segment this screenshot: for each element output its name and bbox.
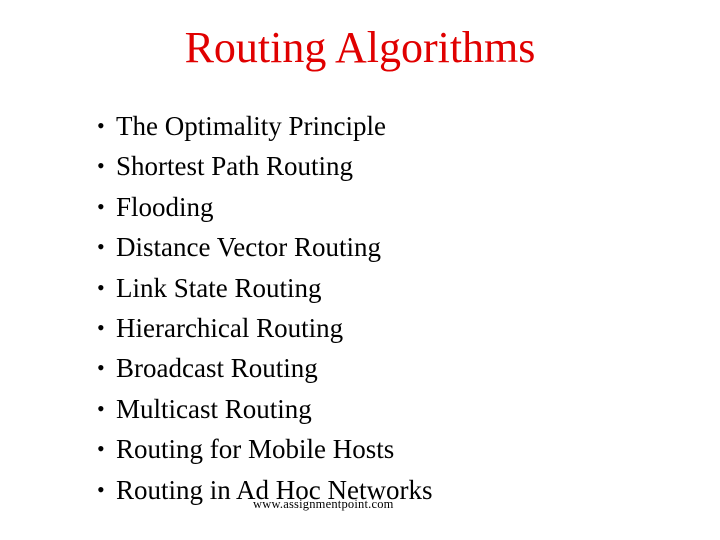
list-item: • Distance Vector Routing xyxy=(0,227,720,267)
list-item-label: Distance Vector Routing xyxy=(116,232,381,263)
bullet-icon: • xyxy=(97,153,105,179)
watermark-url: www.assignmentpoint.com xyxy=(253,497,394,511)
bullet-icon: • xyxy=(97,476,105,502)
bullet-icon: • xyxy=(97,113,105,138)
bullet-icon: • xyxy=(97,234,105,260)
list-item: • The Optimality Principle xyxy=(0,106,720,146)
bullet-icon: • xyxy=(97,314,105,340)
list-item-label: Hierarchical Routing xyxy=(116,312,344,343)
list-item: • Multicast Routing xyxy=(0,389,720,429)
bullet-icon: • xyxy=(97,436,105,462)
list-item-label: Multicast Routing xyxy=(116,393,312,424)
list-item-label: Broadcast Routing xyxy=(116,353,318,384)
list-item-label: The Optimality Principle xyxy=(116,111,386,141)
slide-title: Routing Algorithms xyxy=(184,23,536,72)
bullet-icon: • xyxy=(97,395,105,421)
list-item: • Flooding xyxy=(0,187,720,227)
list-item: • Broadcast Routing xyxy=(0,348,720,388)
list-item-label: Routing for Mobile Hosts xyxy=(116,434,395,465)
list-item-label: Flooding xyxy=(116,191,214,222)
list-item-label: Link State Routing xyxy=(116,272,322,303)
bullet-icon: • xyxy=(97,355,105,381)
bullet-list: • The Optimality Principle • Shortest Pa… xyxy=(0,106,720,510)
bullet-icon: • xyxy=(97,193,105,219)
bullet-icon: • xyxy=(97,274,105,300)
list-item: • Routing for Mobile Hosts xyxy=(0,429,720,469)
list-item-label: Shortest Path Routing xyxy=(116,151,354,182)
list-item: • Shortest Path Routing xyxy=(0,146,720,186)
list-item: • Hierarchical Routing xyxy=(0,308,720,348)
list-item: • Link State Routing xyxy=(0,268,720,308)
